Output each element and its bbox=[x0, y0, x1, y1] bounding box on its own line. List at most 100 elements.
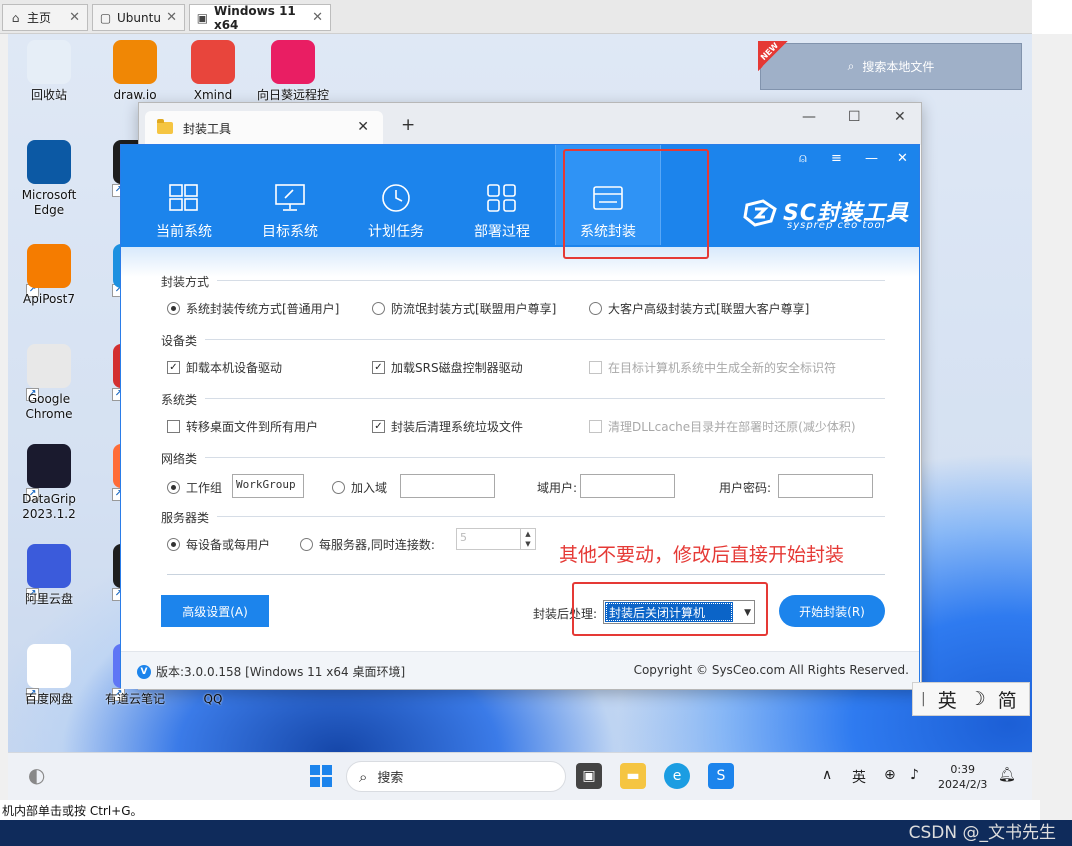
recycle-bin-icon bbox=[27, 40, 71, 84]
check-uninstall-drivers[interactable]: ✓ 卸载本机设备驱动 bbox=[167, 359, 282, 376]
checkbox[interactable] bbox=[589, 361, 602, 374]
radio-per-server[interactable]: 每服务器,同时连接数: bbox=[300, 536, 435, 553]
radio-package-traditional[interactable]: 系统封装传统方式[普通用户] bbox=[167, 300, 339, 317]
search-icon: ⌕ bbox=[359, 767, 368, 786]
radio-indicator[interactable] bbox=[332, 481, 345, 494]
check-load-srs-drivers[interactable]: ✓ 加载SRS磁盘控制器驱动 bbox=[372, 359, 523, 376]
nav-label: 部署过程 bbox=[474, 224, 530, 240]
desktop-icon-label: ApiPost7 bbox=[23, 292, 75, 306]
clock[interactable]: 0:39 2024/2/3 bbox=[938, 762, 987, 792]
close-icon[interactable]: ✕ bbox=[312, 10, 323, 25]
checkbox[interactable]: ✓ bbox=[372, 420, 385, 433]
radio-indicator[interactable] bbox=[372, 302, 385, 315]
user-password-input[interactable] bbox=[778, 474, 873, 498]
network-icon[interactable]: ⊕ bbox=[884, 767, 896, 783]
ime-lang[interactable]: 英 bbox=[938, 686, 957, 713]
explorer-tab-bar: 封装工具 ✕ + — ☐ ✕ bbox=[139, 103, 921, 145]
user-icon[interactable]: ⍝ bbox=[799, 151, 807, 166]
radio-join-domain[interactable]: 加入域 bbox=[332, 479, 387, 496]
checkbox[interactable] bbox=[589, 420, 602, 433]
desktop-icon[interactable]: ↗ Google Chrome bbox=[10, 344, 88, 501]
radio-workgroup[interactable]: 工作组 bbox=[167, 479, 222, 496]
notification-icon[interactable]: 🔔︎ bbox=[998, 767, 1016, 783]
minimize-icon[interactable]: — bbox=[802, 109, 816, 125]
sc-tool-taskbar-icon[interactable]: S bbox=[708, 763, 734, 789]
desktop-icon[interactable]: ↗ DataGrip 2023.1.2 bbox=[10, 444, 88, 601]
brand-icon bbox=[743, 199, 777, 227]
check-move-desktop-files[interactable]: 转移桌面文件到所有用户 bbox=[167, 418, 318, 435]
close-icon[interactable]: ✕ bbox=[897, 151, 908, 166]
tray-lang[interactable]: 英 bbox=[852, 767, 866, 787]
new-tab-icon[interactable]: + bbox=[401, 115, 415, 135]
desktop-icon[interactable]: ↗Xmind bbox=[174, 40, 252, 197]
close-icon[interactable]: ✕ bbox=[357, 119, 369, 135]
radio-indicator[interactable] bbox=[300, 538, 313, 551]
host-tab-ubuntu[interactable]: ▢ Ubuntu ✕ bbox=[92, 4, 185, 31]
close-icon[interactable]: ✕ bbox=[894, 109, 906, 125]
radio-indicator[interactable] bbox=[589, 302, 602, 315]
minimize-icon[interactable]: — bbox=[865, 151, 878, 166]
checkbox[interactable]: ✓ bbox=[372, 361, 385, 374]
divider bbox=[205, 339, 885, 340]
desktop-icon[interactable]: ↗ 阿里云盘 bbox=[10, 544, 88, 701]
ime-handle-icon[interactable]: | bbox=[921, 691, 926, 707]
radio-indicator[interactable] bbox=[167, 538, 180, 551]
desktop-icon[interactable]: ↗ ApiPost7 bbox=[10, 244, 88, 401]
maximize-icon[interactable]: ☐ bbox=[848, 109, 861, 125]
nav-scheduled-tasks[interactable]: 计划任务 bbox=[343, 145, 449, 245]
check-new-sid[interactable]: 在目标计算机系统中生成全新的安全标识符 bbox=[589, 359, 836, 376]
radio-indicator[interactable] bbox=[167, 481, 180, 494]
workgroup-input[interactable]: WorkGroup bbox=[232, 474, 304, 498]
divider bbox=[217, 516, 885, 517]
host-tab-bar: ⌂ 主页 ✕ ▢ Ubuntu ✕ ▣ Windows 11 x64 ✕ bbox=[0, 0, 1072, 34]
chevron-up-icon[interactable]: ∧ bbox=[822, 767, 832, 783]
connections-stepper[interactable]: 5 ▲ ▼ bbox=[456, 528, 536, 550]
desktop-icon[interactable]: ↗ 百度网盘 bbox=[10, 644, 88, 707]
explorer-tab[interactable]: 封装工具 ✕ bbox=[145, 111, 383, 145]
host-tab-home[interactable]: ⌂ 主页 ✕ bbox=[2, 4, 88, 31]
ime-mode[interactable]: 简 bbox=[998, 686, 1017, 713]
desktop-icon-label: Xmind bbox=[193, 88, 233, 102]
taskbar-search[interactable]: ⌕ 搜索 bbox=[346, 761, 566, 792]
volume-icon[interactable]: ♪ bbox=[910, 767, 919, 783]
edge-icon[interactable]: e bbox=[664, 763, 690, 789]
desktop-icon[interactable]: ↗向日葵远程控 bbox=[254, 40, 332, 197]
checkbox[interactable] bbox=[167, 420, 180, 433]
radio-per-device[interactable]: 每设备或每用户 bbox=[167, 536, 270, 553]
radio-indicator[interactable] bbox=[167, 302, 180, 315]
host-tab-windows11[interactable]: ▣ Windows 11 x64 ✕ bbox=[189, 4, 331, 32]
desktop-icon[interactable]: 回收站 bbox=[10, 40, 88, 103]
nav-current-system[interactable]: 当前系统 bbox=[131, 145, 237, 245]
nav-target-system[interactable]: 目标系统 bbox=[237, 145, 343, 245]
version-text: 版本:3.0.0.158 [Windows 11 x64 桌面环境] bbox=[156, 665, 406, 679]
checkbox[interactable]: ✓ bbox=[167, 361, 180, 374]
vm-icon: ▢ bbox=[99, 10, 112, 25]
desktop-icon[interactable]: ↗ Microsoft Edge bbox=[10, 140, 88, 297]
file-explorer-icon[interactable]: ▬ bbox=[620, 763, 646, 789]
check-clean-dllcache[interactable]: 清理DLLcache目录并在部署时还原(减少体积) bbox=[589, 418, 856, 435]
moon-icon[interactable]: ☽ bbox=[969, 688, 986, 710]
stepper-arrows-icon[interactable]: ▲ ▼ bbox=[520, 529, 535, 549]
domain-user-input[interactable] bbox=[580, 474, 675, 498]
widgets-icon[interactable]: ◐ bbox=[28, 763, 45, 787]
search-local-files-button[interactable]: NEW ⌕ 搜索本地文件 bbox=[758, 41, 1022, 90]
domain-user-label: 域用户: bbox=[537, 481, 578, 495]
nav-label: 当前系统 bbox=[156, 224, 212, 240]
option-label: 大客户高级封装方式[联盟大客户尊享] bbox=[608, 302, 810, 316]
start-package-button[interactable]: 开始封装(R) bbox=[779, 595, 885, 627]
radio-package-anti-rogue[interactable]: 防流氓封装方式[联盟用户尊享] bbox=[372, 300, 556, 317]
menu-icon[interactable]: ≡ bbox=[831, 151, 842, 166]
advanced-settings-button[interactable]: 高级设置(A) bbox=[161, 595, 269, 627]
nav-deploy-process[interactable]: 部署过程 bbox=[449, 145, 555, 245]
task-view-icon[interactable]: ▣ bbox=[576, 763, 602, 789]
windows-icon bbox=[168, 183, 200, 213]
brand-logo: SC封装工具 sysprep ceo tool bbox=[743, 195, 913, 235]
check-clean-junk[interactable]: ✓ 封装后清理系统垃圾文件 bbox=[372, 418, 523, 435]
start-icon[interactable] bbox=[308, 763, 334, 789]
desktop-icon[interactable]: ↗ draw.io bbox=[96, 40, 174, 197]
datagrip-icon: ↗ bbox=[26, 444, 71, 601]
radio-package-enterprise[interactable]: 大客户高级封装方式[联盟大客户尊享] bbox=[589, 300, 809, 317]
domain-input[interactable] bbox=[400, 474, 495, 498]
close-icon[interactable]: ✕ bbox=[166, 10, 177, 25]
close-icon[interactable]: ✕ bbox=[69, 10, 80, 25]
